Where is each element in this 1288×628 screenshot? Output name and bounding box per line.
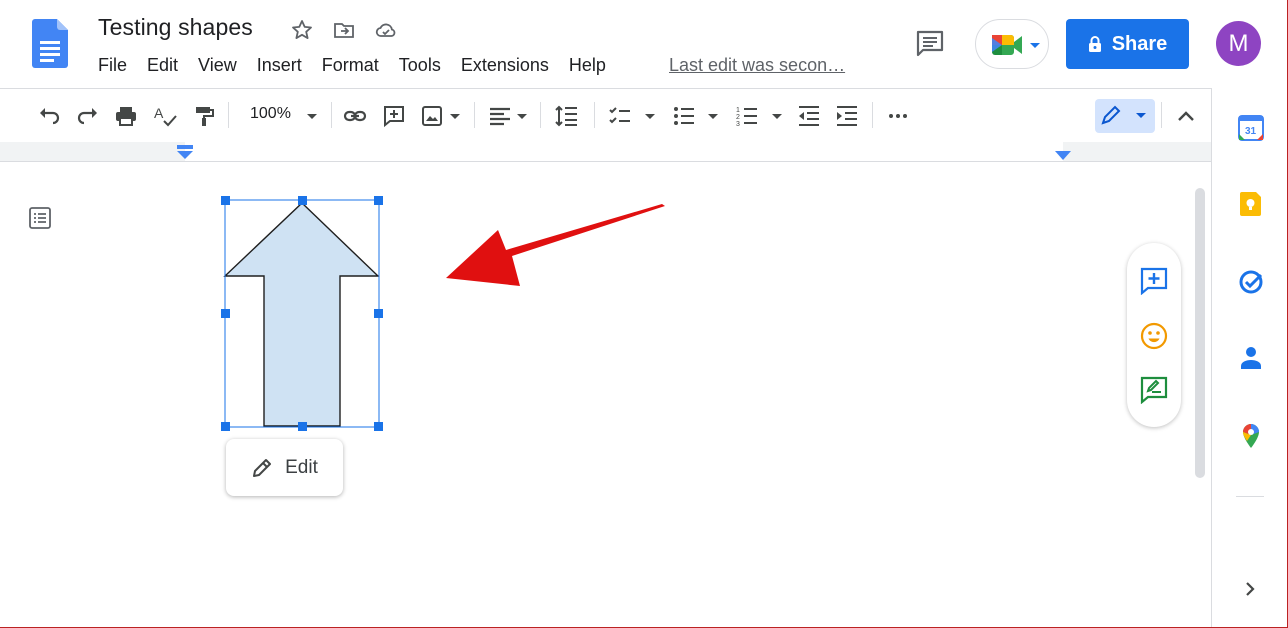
- menu-view[interactable]: View: [198, 55, 237, 76]
- menu-tools[interactable]: Tools: [399, 55, 441, 76]
- numbered-chevron-down-icon[interactable]: [769, 106, 785, 126]
- star-icon[interactable]: [290, 18, 314, 42]
- insert-image-icon[interactable]: [420, 104, 444, 128]
- checklist-chevron-down-icon[interactable]: [642, 106, 658, 126]
- vertical-scrollbar[interactable]: [1195, 188, 1205, 478]
- zoom-select[interactable]: 100%: [250, 105, 291, 123]
- toolbar-divider: [540, 102, 541, 128]
- toolbar: [0, 89, 1212, 142]
- pencil-icon: [253, 458, 272, 477]
- toolbar-divider: [474, 102, 475, 128]
- menu-format[interactable]: Format: [322, 55, 379, 76]
- toolbar-divider: [594, 102, 595, 128]
- spellcheck-icon[interactable]: A: [153, 104, 177, 128]
- line-spacing-icon[interactable]: [554, 104, 578, 128]
- menu-insert[interactable]: Insert: [257, 55, 302, 76]
- edit-label: Edit: [285, 456, 318, 478]
- svg-text:A: A: [154, 105, 164, 121]
- bulleted-list-icon[interactable]: [672, 104, 696, 128]
- document-title[interactable]: Testing shapes: [98, 14, 253, 41]
- menu-help[interactable]: Help: [569, 55, 606, 76]
- last-edit-link[interactable]: Last edit was secon…: [669, 55, 845, 76]
- menu-extensions[interactable]: Extensions: [461, 55, 549, 76]
- more-options-icon[interactable]: [886, 104, 910, 128]
- edit-drawing-button[interactable]: Edit: [226, 439, 343, 496]
- right-indent-marker-icon[interactable]: [1055, 151, 1071, 161]
- bullet-chevron-down-icon[interactable]: [705, 106, 721, 126]
- share-label: Share: [1111, 32, 1168, 55]
- pencil-icon: [1101, 105, 1121, 125]
- floating-action-panel: [1127, 243, 1181, 427]
- undo-icon[interactable]: [37, 104, 61, 128]
- document-outline-icon[interactable]: [28, 206, 52, 230]
- toolbar-divider: [331, 102, 332, 128]
- meet-button[interactable]: [975, 19, 1049, 69]
- arrow-shape[interactable]: [215, 190, 390, 440]
- menu-bar: File Edit View Insert Format Tools Exten…: [98, 55, 626, 76]
- decrease-indent-icon[interactable]: [797, 104, 821, 128]
- print-icon[interactable]: [114, 104, 138, 128]
- redo-icon[interactable]: [76, 104, 100, 128]
- svg-text:31: 31: [1245, 126, 1257, 137]
- share-button[interactable]: Share: [1066, 19, 1189, 69]
- lock-icon: [1088, 36, 1101, 52]
- insert-link-icon[interactable]: [343, 104, 367, 128]
- toolbar-divider: [1161, 102, 1162, 128]
- cloud-saved-icon[interactable]: [374, 18, 398, 42]
- add-comment-icon[interactable]: [1140, 267, 1168, 295]
- avatar[interactable]: M: [1216, 21, 1261, 66]
- keep-icon[interactable]: [1238, 191, 1264, 217]
- suggest-edits-icon[interactable]: [1140, 376, 1168, 404]
- ruler-page-area: [185, 142, 1063, 162]
- checklist-icon[interactable]: [608, 104, 632, 128]
- tasks-icon[interactable]: [1238, 269, 1264, 295]
- toolbar-divider: [228, 102, 229, 128]
- maps-icon[interactable]: [1238, 423, 1264, 449]
- numbered-list-icon[interactable]: 123: [735, 104, 759, 128]
- menu-edit[interactable]: Edit: [147, 55, 178, 76]
- meet-icon: [992, 35, 1022, 55]
- menu-file[interactable]: File: [98, 55, 127, 76]
- svg-text:2: 2: [736, 114, 740, 121]
- show-side-panel-chevron-right-icon[interactable]: [1240, 578, 1260, 600]
- left-indent-marker-icon[interactable]: [176, 144, 194, 160]
- docs-window: Testing shapes File Edit View Insert For…: [0, 0, 1288, 628]
- contacts-icon[interactable]: [1238, 345, 1264, 371]
- emoji-reaction-icon[interactable]: [1140, 322, 1168, 350]
- editing-mode-button[interactable]: [1095, 99, 1155, 133]
- paint-format-icon[interactable]: [192, 104, 216, 128]
- move-to-folder-icon[interactable]: [332, 18, 356, 42]
- docs-logo-icon[interactable]: [32, 19, 68, 68]
- increase-indent-icon[interactable]: [835, 104, 859, 128]
- collapse-menus-chevron-up-icon[interactable]: [1174, 104, 1198, 128]
- side-panel-divider: [1236, 496, 1264, 497]
- comment-history-icon[interactable]: [914, 28, 946, 60]
- align-chevron-down-icon[interactable]: [514, 106, 530, 126]
- calendar-icon[interactable]: 31: [1238, 115, 1264, 141]
- align-left-icon[interactable]: [488, 104, 512, 128]
- svg-text:1: 1: [736, 107, 740, 114]
- image-chevron-down-icon[interactable]: [447, 106, 463, 126]
- add-comment-icon[interactable]: [382, 104, 406, 128]
- svg-text:3: 3: [736, 121, 740, 128]
- annotation-arrow: [446, 204, 665, 286]
- zoom-chevron-down-icon[interactable]: [304, 106, 320, 126]
- toolbar-divider: [872, 102, 873, 128]
